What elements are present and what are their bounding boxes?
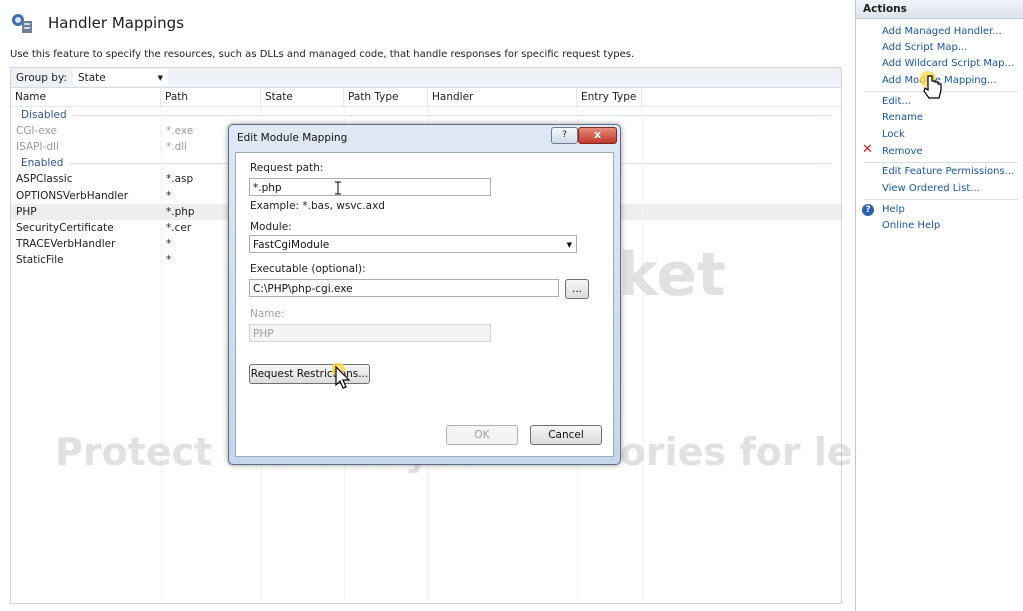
add-wildcard-script-map-link[interactable]: Add Wildcard Script Map...	[882, 58, 1014, 69]
add-script-map-link[interactable]: Add Script Map...	[882, 42, 967, 53]
group-by-select[interactable]: State ▼	[72, 69, 168, 86]
executable-input[interactable]: C:\PHP\php-cgi.exe	[249, 279, 559, 297]
page-description: Use this feature to specify the resource…	[10, 49, 635, 60]
request-path-label: Request path:	[250, 162, 324, 174]
column-header-path-type[interactable]: Path Type	[344, 88, 428, 106]
column-header-state[interactable]: State	[261, 88, 344, 106]
view-ordered-list-link[interactable]: View Ordered List...	[882, 183, 980, 194]
group-header-disabled: Disabled	[11, 107, 841, 123]
handler-mappings-icon	[12, 14, 32, 33]
dialog-body: Request path: *.php Example: *.bas, wsvc…	[235, 152, 614, 457]
ok-button[interactable]: OK	[446, 425, 518, 445]
row-name: CGI-exe	[16, 125, 57, 138]
request-path-input[interactable]: *.php	[249, 178, 491, 196]
online-help-link[interactable]: Online Help	[882, 220, 940, 231]
executable-label: Executable (optional):	[250, 263, 366, 275]
row-name: TRACEVerbHandler	[16, 238, 116, 251]
lock-link[interactable]: Lock	[882, 129, 905, 140]
dialog-title: Edit Module Mapping	[237, 132, 348, 144]
text-cursor-icon	[335, 181, 341, 195]
dialog-close-button[interactable]: x	[578, 127, 617, 144]
module-select[interactable]: FastCgiModule ▼	[249, 235, 577, 253]
cancel-button[interactable]: Cancel	[530, 425, 602, 445]
row-name: ISAPI-dll	[16, 141, 59, 154]
group-by-value: State	[77, 71, 106, 84]
page-header: Handler Mappings	[10, 10, 184, 36]
edit-module-mapping-dialog: Edit Module Mapping ? x Request path: *.…	[228, 124, 621, 465]
row-name: SecurityCertificate	[16, 222, 114, 235]
add-managed-handler-link[interactable]: Add Managed Handler...	[882, 26, 1002, 37]
edit-feature-permissions-link[interactable]: Edit Feature Permissions...	[882, 166, 1014, 177]
row-name: StaticFile	[16, 254, 64, 267]
actions-title: Actions	[856, 0, 1023, 19]
help-link[interactable]: Help	[882, 204, 905, 215]
column-header-handler[interactable]: Handler	[428, 88, 577, 106]
hand-cursor-icon	[920, 71, 942, 99]
chevron-down-icon: ▼	[566, 241, 572, 249]
module-value: FastCgiModule	[253, 239, 330, 251]
column-header-path[interactable]: Path	[161, 88, 261, 106]
request-path-example: Example: *.bas, wsvc.axd	[250, 200, 385, 212]
group-by-label: Group by:	[16, 71, 67, 84]
row-name: PHP	[16, 205, 37, 218]
page-title: Handler Mappings	[48, 14, 185, 32]
column-headers: Name Path State Path Type Handler Entry …	[11, 88, 841, 107]
group-by-bar: Group by: State ▼	[11, 68, 841, 88]
name-input[interactable]: PHP	[249, 324, 491, 342]
arrow-cursor-icon	[332, 363, 351, 389]
group-label: Disabled	[21, 109, 67, 121]
column-divider	[161, 105, 162, 603]
browse-button[interactable]: ...	[565, 279, 589, 299]
divider	[864, 162, 1018, 163]
column-divider	[642, 105, 643, 603]
row-name: OPTIONSVerbHandler	[16, 189, 129, 202]
actions-pane: Actions Add Managed Handler... Add Scrip…	[855, 0, 1023, 611]
remove-link[interactable]: Remove	[882, 146, 923, 157]
dialog-help-button[interactable]: ?	[551, 127, 578, 144]
remove-icon: ✕	[862, 142, 873, 157]
help-icon: ?	[862, 204, 874, 216]
row-name: ASPClassic	[16, 173, 73, 186]
chevron-down-icon: ▼	[157, 73, 163, 82]
column-header-entry-type[interactable]: Entry Type	[577, 88, 642, 106]
name-label: Name:	[250, 308, 285, 320]
rename-link[interactable]: Rename	[882, 112, 923, 123]
divider	[864, 199, 1018, 200]
edit-link[interactable]: Edit...	[882, 96, 911, 107]
module-label: Module:	[250, 221, 292, 233]
group-label: Enabled	[21, 157, 64, 170]
column-header-name[interactable]: Name	[11, 88, 161, 106]
